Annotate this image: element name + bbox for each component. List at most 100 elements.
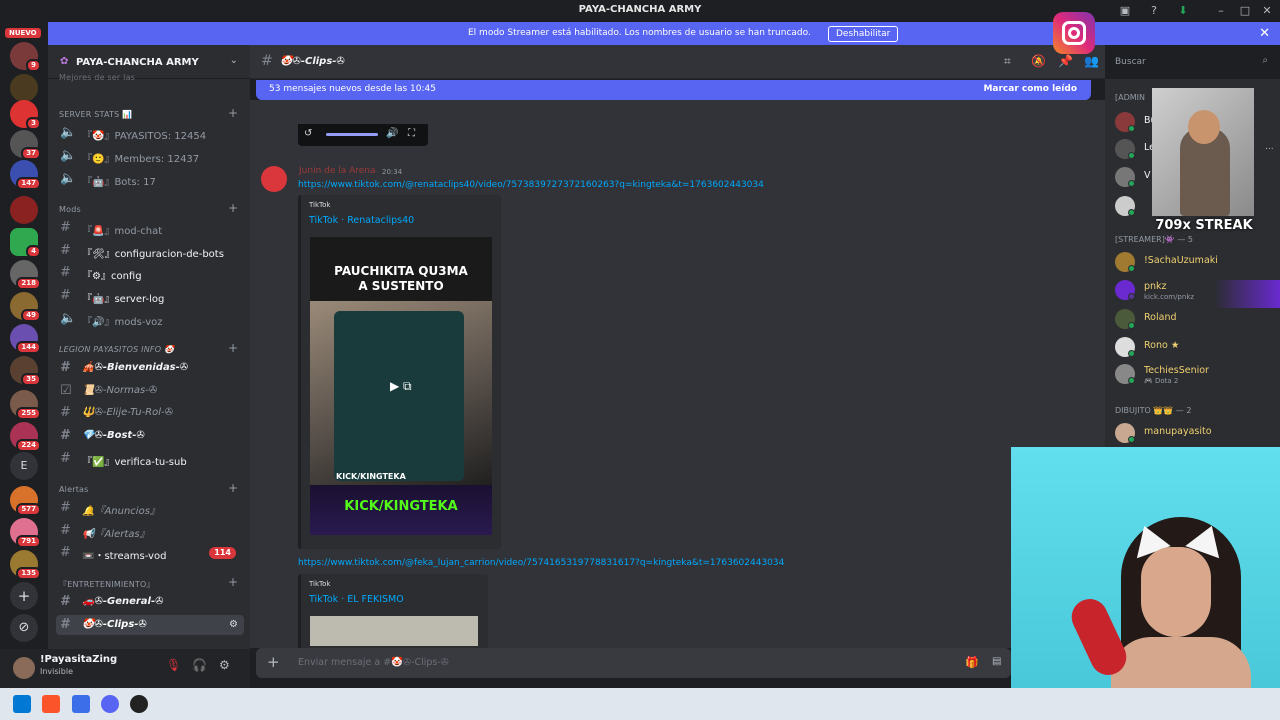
text-channel[interactable]: # 🚗✇-General-✇: [56, 592, 244, 612]
avatar[interactable]: [261, 166, 287, 192]
disable-streamer-button[interactable]: Deshabilitar: [828, 26, 899, 42]
embed-title[interactable]: TikTok · Renataclips40: [309, 215, 414, 226]
mark-read-button[interactable]: Marcar como leído: [983, 84, 1077, 94]
text-channel[interactable]: # 『🤖』server-log: [56, 286, 244, 306]
add-channel-icon[interactable]: +: [228, 341, 238, 355]
message-composer[interactable]: + Enviar mensaje a #🤡✇-Clips-✇ 🎁 ▤: [256, 648, 1011, 678]
embed-title[interactable]: TikTok · EL FEKISMO: [309, 594, 404, 605]
server-icon[interactable]: 224: [10, 422, 41, 452]
threads-icon[interactable]: ⌗: [1004, 54, 1011, 69]
hash-icon: #: [60, 617, 70, 632]
streak-overlay: 709x STREAK: [1155, 218, 1253, 233]
category-alertas[interactable]: Alertas: [59, 485, 89, 494]
discover-icon[interactable]: ⊘: [10, 614, 38, 642]
text-channel[interactable]: # 💎✇-Bost-✇: [56, 426, 244, 446]
category-legion[interactable]: LEGION PAYASITOS INFO 🤡: [59, 345, 174, 354]
server-icon[interactable]: [10, 196, 38, 224]
text-channel[interactable]: # 📼・streams-vod 114: [56, 543, 244, 563]
add-channel-icon[interactable]: +: [228, 106, 238, 120]
category-server-stats[interactable]: SERVER STATS 📊: [59, 110, 132, 119]
server-icon[interactable]: [10, 74, 38, 102]
search-placeholder: Buscar: [1115, 57, 1146, 67]
text-channel[interactable]: # 🔱✇-Elije-Tu-Rol-✇: [56, 403, 244, 423]
fullscreen-icon[interactable]: ⛶: [408, 128, 415, 139]
download-icon[interactable]: ⬇: [1174, 2, 1192, 20]
text-channel[interactable]: # 📢『Alertas』: [56, 521, 244, 541]
voice-channel[interactable]: 🔈 『🔊』mods-voz: [56, 309, 244, 329]
gift-icon[interactable]: 🎁: [965, 656, 979, 669]
headphones-icon[interactable]: 🎧: [192, 658, 207, 672]
embed-provider: TikTok: [309, 201, 331, 209]
server-icon[interactable]: 147: [10, 160, 41, 190]
voice-channel[interactable]: 🔈 『🤡』PAYASITOS: 12454: [56, 123, 244, 143]
minimize-icon[interactable]: –: [1212, 2, 1230, 20]
close-window-icon[interactable]: ✕: [1258, 2, 1276, 20]
member-list-icon[interactable]: 👥: [1084, 54, 1099, 68]
volume-slider[interactable]: [326, 133, 378, 136]
windows-start-icon[interactable]: [13, 695, 31, 713]
add-server-icon[interactable]: +: [10, 582, 38, 610]
server-icon[interactable]: 49: [10, 292, 41, 322]
server-icon[interactable]: 577: [10, 486, 41, 516]
text-channel[interactable]: ☑ 📜✇-Normas-✇: [56, 381, 244, 401]
server-icon[interactable]: 9: [10, 42, 41, 72]
volume-icon[interactable]: 🔊: [386, 128, 398, 139]
message-link[interactable]: https://www.tiktok.com/@feka_lujan_carri…: [298, 558, 784, 568]
add-channel-icon[interactable]: +: [228, 481, 238, 495]
server-icon[interactable]: 255: [10, 390, 41, 420]
maximize-icon[interactable]: □: [1236, 2, 1254, 20]
notifications-muted-icon[interactable]: 🔕: [1031, 54, 1046, 68]
server-icon[interactable]: E: [10, 452, 38, 480]
server-icon[interactable]: 791: [10, 518, 41, 548]
chat-header: # 🤡✇-Clips-✇ ⌗ 🔕 📌 👥: [250, 45, 1105, 79]
user-settings-icon[interactable]: ⚙: [219, 658, 230, 672]
server-icon[interactable]: 37: [10, 130, 41, 160]
server-icon[interactable]: 218: [10, 260, 41, 290]
settings-gear-icon[interactable]: ⚙: [229, 619, 238, 630]
message-author[interactable]: Junin de la Arena: [299, 166, 376, 176]
server-icon[interactable]: 144: [10, 324, 41, 354]
text-channel[interactable]: # 🎪✇-Bienvenidas-✇: [56, 358, 244, 378]
video-thumbnail[interactable]: [310, 616, 478, 646]
search-input[interactable]: Buscar ⌕: [1109, 51, 1274, 73]
add-channel-icon[interactable]: +: [228, 575, 238, 589]
obs-icon[interactable]: [130, 695, 148, 713]
mic-muted-icon[interactable]: 🎙: [166, 658, 181, 672]
speaker-icon: 🔈: [60, 148, 77, 163]
member-category: [STREAMER]👾 — 5: [1115, 235, 1193, 244]
play-icon[interactable]: ▶ ⧉: [390, 379, 412, 394]
text-channel[interactable]: # 🔔『Anuncios』: [56, 498, 244, 518]
add-channel-icon[interactable]: +: [228, 201, 238, 215]
text-channel[interactable]: # 『🛠』configuracion-de-bots: [56, 241, 244, 261]
text-channel[interactable]: # 『⚙』config: [56, 263, 244, 283]
server-icon[interactable]: 135: [10, 550, 41, 580]
avatar[interactable]: [13, 657, 35, 679]
pin-icon[interactable]: 📌: [1058, 54, 1073, 68]
text-channel-active[interactable]: # 🤡✇-Clips-✇ ⚙: [56, 615, 244, 635]
chevron-down-icon[interactable]: ⌄: [230, 55, 238, 66]
hash-icon: #: [60, 500, 71, 515]
voice-channel[interactable]: 🔈 『🤖』Bots: 17: [56, 169, 244, 189]
voice-channel[interactable]: 🔈 『🙂』Members: 12437: [56, 146, 244, 166]
message-link[interactable]: https://www.tiktok.com/@renataclips40/vi…: [298, 180, 764, 190]
video-thumbnail[interactable]: PAUCHIKITA QU3MA A SUSTENTO ▶ ⧉ KICK/KING…: [310, 237, 492, 535]
server-icon[interactable]: 35: [10, 356, 41, 386]
app-icon[interactable]: [72, 695, 90, 713]
member-item[interactable]: pnkz kick.com/pnkz: [1115, 280, 1280, 308]
server-icon[interactable]: 4: [10, 228, 41, 258]
text-channel[interactable]: # 『✅』verifica-tu-sub: [56, 449, 244, 469]
text-channel[interactable]: # 『🚨』mod-chat: [56, 218, 244, 238]
new-messages-bar[interactable]: 53 mensajes nuevos desde las 10:45 Marca…: [256, 80, 1091, 100]
add-attachment-icon[interactable]: +: [267, 653, 280, 671]
category-entretenimiento[interactable]: 『ENTRETENIMIENTO』: [59, 579, 155, 590]
inbox-icon[interactable]: ▣: [1116, 2, 1134, 20]
member-category: [ADMIN: [1115, 93, 1145, 102]
discord-icon[interactable]: [101, 695, 119, 713]
banner-close-icon[interactable]: ✕: [1259, 26, 1270, 41]
replay-icon[interactable]: ↺: [304, 128, 312, 139]
category-mods[interactable]: Mods: [59, 205, 81, 214]
server-icon[interactable]: 3: [10, 100, 41, 130]
brave-browser-icon[interactable]: [42, 695, 60, 713]
gif-icon[interactable]: ▤: [992, 656, 1001, 667]
help-icon[interactable]: ?: [1145, 2, 1163, 20]
